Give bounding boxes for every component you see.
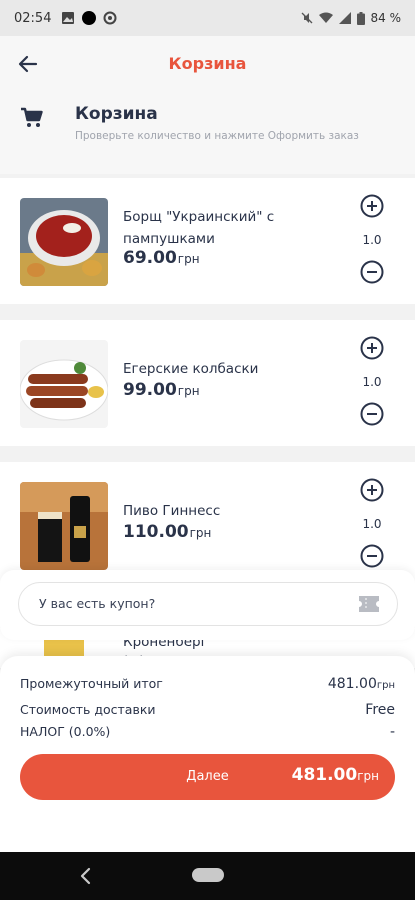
item-price: 69.00грн — [123, 248, 200, 268]
plus-circle-icon[interactable] — [360, 478, 384, 502]
status-bar: 02:54 84 % — [0, 0, 415, 36]
checkout-amount: 481.00грн — [292, 765, 379, 785]
minus-circle-icon[interactable] — [360, 402, 384, 426]
nav-home-pill[interactable] — [192, 868, 224, 882]
mute-icon — [301, 12, 312, 24]
item-price-value: 99.00 — [123, 380, 177, 400]
item-quantity: 1.0 — [362, 233, 382, 247]
item-price-currency: грн — [177, 252, 200, 266]
status-time: 02:54 — [14, 10, 52, 26]
item-image-guinness — [20, 482, 108, 570]
wifi-icon — [318, 12, 333, 23]
checkout-currency: грн — [357, 769, 379, 783]
item-price-currency: грн — [189, 526, 212, 540]
plus-circle-icon[interactable] — [360, 194, 384, 218]
header-subtitle: Проверьте количество и нажмите Оформить … — [75, 130, 359, 142]
cart-item: Борщ "Украинский" с пампушками 69.00грн … — [0, 178, 415, 304]
dot-icon — [82, 11, 97, 25]
item-price-value: 110.00 — [123, 522, 189, 542]
battery-icon — [356, 11, 365, 25]
item-quantity: 1.0 — [362, 375, 382, 389]
subtotal-amount: 481.00 — [327, 676, 377, 692]
order-summary: Промежуточный итог 481.00грн Стоимость д… — [0, 656, 415, 852]
signal-icon — [338, 12, 351, 24]
data-saver-icon — [103, 11, 117, 25]
delivery-value: Free — [365, 702, 395, 718]
delivery-row: Стоимость доставки Free — [20, 702, 395, 718]
item-image-borscht — [20, 198, 108, 286]
image-icon — [62, 12, 75, 24]
tax-label: НАЛОГ (0.0%) — [20, 724, 111, 739]
battery-level: 84 % — [370, 11, 402, 25]
header-title: Корзина — [75, 104, 158, 124]
coupon-section: У вас есть купон? — [0, 570, 415, 640]
item-image-sausages — [20, 340, 108, 428]
item-price-value: 69.00 — [123, 248, 177, 268]
minus-circle-icon[interactable] — [360, 260, 384, 284]
item-name: Пиво Гиннесс — [123, 503, 221, 519]
cart-header: Корзина Проверьте количество и нажмите О… — [0, 92, 415, 174]
tax-value: - — [389, 724, 395, 740]
minus-circle-icon[interactable] — [360, 544, 384, 568]
coupon-input[interactable]: У вас есть купон? — [18, 582, 398, 626]
subtotal-label: Промежуточный итог — [20, 676, 163, 691]
item-price-currency: грн — [177, 384, 200, 398]
app-bar: Корзина — [0, 36, 415, 92]
item-quantity: 1.0 — [362, 517, 382, 531]
coupon-placeholder: У вас есть купон? — [39, 596, 156, 611]
subtotal-row: Промежуточный итог 481.00грн — [20, 676, 395, 692]
item-name: Егерские колбаски — [123, 361, 259, 377]
checkout-amount-value: 481.00 — [291, 765, 358, 785]
item-name: Борщ "Украинский" с пампушками — [123, 209, 275, 247]
item-price: 110.00грн — [123, 522, 211, 542]
subtotal-currency: грн — [376, 680, 395, 691]
item-price: 99.00грн — [123, 380, 200, 400]
checkout-button[interactable]: Далее 481.00грн — [20, 754, 395, 800]
subtotal-value: 481.00грн — [328, 676, 395, 692]
nav-back-icon[interactable] — [78, 866, 94, 886]
page-title: Корзина — [168, 54, 247, 73]
plus-circle-icon[interactable] — [360, 336, 384, 360]
delivery-label: Стоимость доставки — [20, 702, 156, 717]
tax-row: НАЛОГ (0.0%) - — [20, 724, 395, 740]
ticket-icon[interactable] — [357, 594, 381, 614]
cart-item: Егерские колбаски 99.00грн 1.0 — [0, 320, 415, 446]
system-nav-bar — [0, 852, 415, 900]
cart-icon — [21, 107, 43, 127]
